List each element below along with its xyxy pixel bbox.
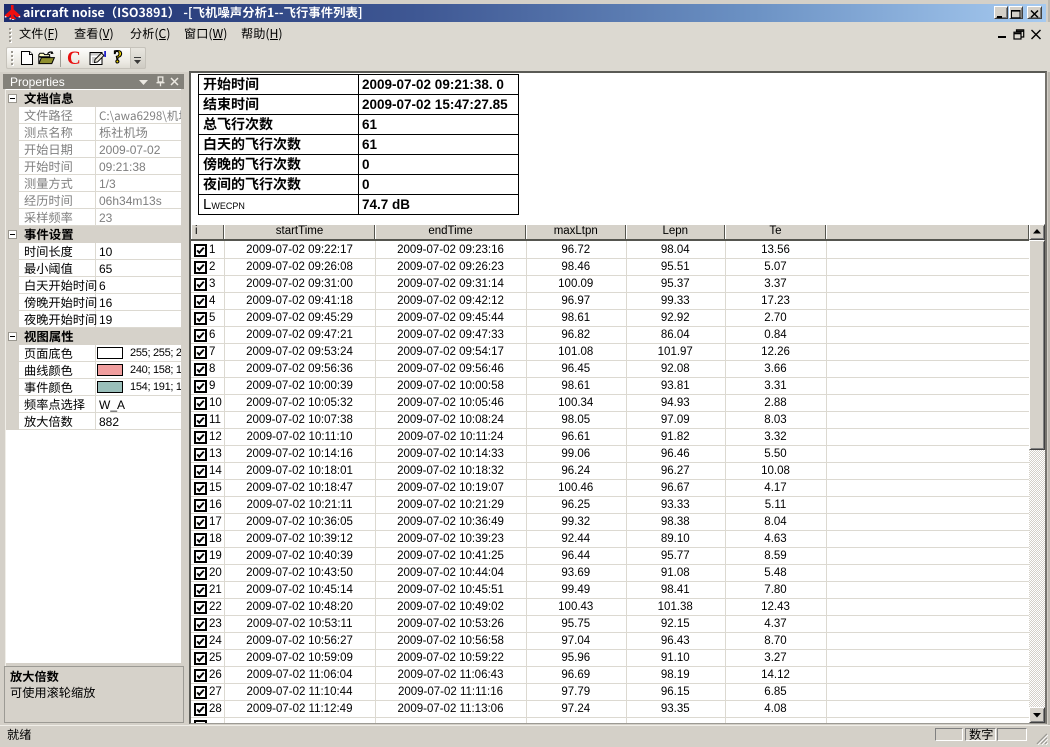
svg-text:?: ? [113,48,123,67]
